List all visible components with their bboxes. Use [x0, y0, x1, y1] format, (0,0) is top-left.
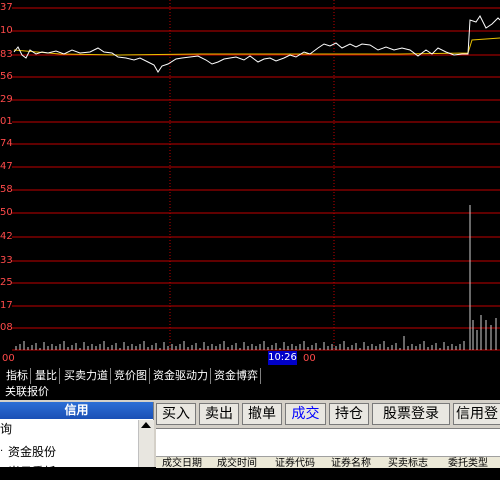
price-axis-label: 17 [0, 300, 13, 311]
price-axis-label: 42 [0, 231, 13, 242]
price-axis-label: 58 [0, 184, 13, 195]
price-axis-label: 56 [0, 71, 13, 82]
related-quote-label[interactable]: 关联报价 [5, 384, 49, 400]
time-axis: 00 00 [0, 352, 500, 367]
col-buy-sell-flag[interactable]: 买卖标志 [388, 457, 428, 468]
price-axis-label: 10 [0, 25, 13, 36]
tab-buy-sell-force[interactable]: 买卖力道 [62, 368, 111, 384]
col-order-type[interactable]: 委托类型 [448, 457, 488, 468]
col-security-code[interactable]: 证券代码 [275, 457, 315, 468]
tree-expander-icon[interactable]: · [0, 444, 3, 460]
sell-button[interactable]: 卖出 [199, 403, 239, 425]
tab-fund-game[interactable]: 资金博弈 [212, 368, 261, 384]
content-area [156, 428, 500, 457]
price-axis-label: 01 [0, 116, 13, 127]
indicator-tabs: 指标 量比 买卖力道 竞价图 资金驱动力 资金博弈 [0, 368, 500, 384]
price-axis-label: 37 [0, 2, 13, 13]
tree-item-today-orders[interactable]: 当日委托 [8, 464, 56, 480]
intraday-chart-svg [12, 0, 500, 351]
price-axis-label: 83 [0, 49, 13, 60]
time-tick-start: 00 [2, 353, 15, 364]
function-tree: 信用 询 · 资金股份 当日委托 [0, 402, 154, 479]
price-axis-label: 50 [0, 207, 13, 218]
trade-toolbar: 买入 卖出 撤单 成交 持仓 股票登录 信用登 [156, 403, 500, 427]
tab-indicator[interactable]: 指标 [4, 368, 31, 384]
tree-item-query[interactable]: 询 [0, 421, 12, 437]
price-axis-label: 47 [0, 161, 13, 172]
col-deal-date[interactable]: 成交日期 [162, 457, 202, 468]
deals-table-header: 成交日期 成交时间 证券代码 证券名称 买卖标志 委托类型 [156, 456, 500, 468]
stock-login-button[interactable]: 股票登录 [372, 403, 450, 425]
related-quote-bar: 关联报价 [0, 384, 500, 400]
col-security-name[interactable]: 证券名称 [331, 457, 371, 468]
price-line [13, 15, 500, 73]
deals-button[interactable]: 成交 [285, 403, 326, 425]
tab-auction-chart[interactable]: 竞价图 [112, 368, 150, 384]
time-tick-mid: 00 [303, 353, 316, 364]
credit-login-button[interactable]: 信用登 [453, 403, 500, 425]
time-cursor-label: 10:26 [268, 351, 297, 365]
cancel-order-button[interactable]: 撤单 [242, 403, 282, 425]
price-axis-label: 29 [0, 94, 13, 105]
tree-item-fund-shares[interactable]: 资金股份 [8, 444, 56, 460]
tree-scrollbar[interactable] [138, 420, 154, 467]
positions-button[interactable]: 持仓 [329, 403, 369, 425]
scroll-up-icon[interactable] [141, 422, 151, 428]
buy-button[interactable]: 买入 [156, 403, 196, 425]
col-deal-time[interactable]: 成交时间 [217, 457, 257, 468]
price-axis-label: 74 [0, 138, 13, 149]
price-axis-label: 08 [0, 322, 13, 333]
tab-volume-ratio[interactable]: 量比 [33, 368, 60, 384]
trading-panel: 信用 询 · 资金股份 当日委托 买入 卖出 撤单 成交 持仓 股票登录 信用登… [0, 400, 500, 479]
tab-fund-drive[interactable]: 资金驱动力 [151, 368, 211, 384]
intraday-chart[interactable]: 37 10 83 56 29 01 74 47 58 50 42 33 25 17 08 [0, 0, 500, 352]
tree-header[interactable]: 信用 [0, 402, 153, 419]
price-axis-label: 25 [0, 277, 13, 288]
price-axis-label: 33 [0, 255, 13, 266]
